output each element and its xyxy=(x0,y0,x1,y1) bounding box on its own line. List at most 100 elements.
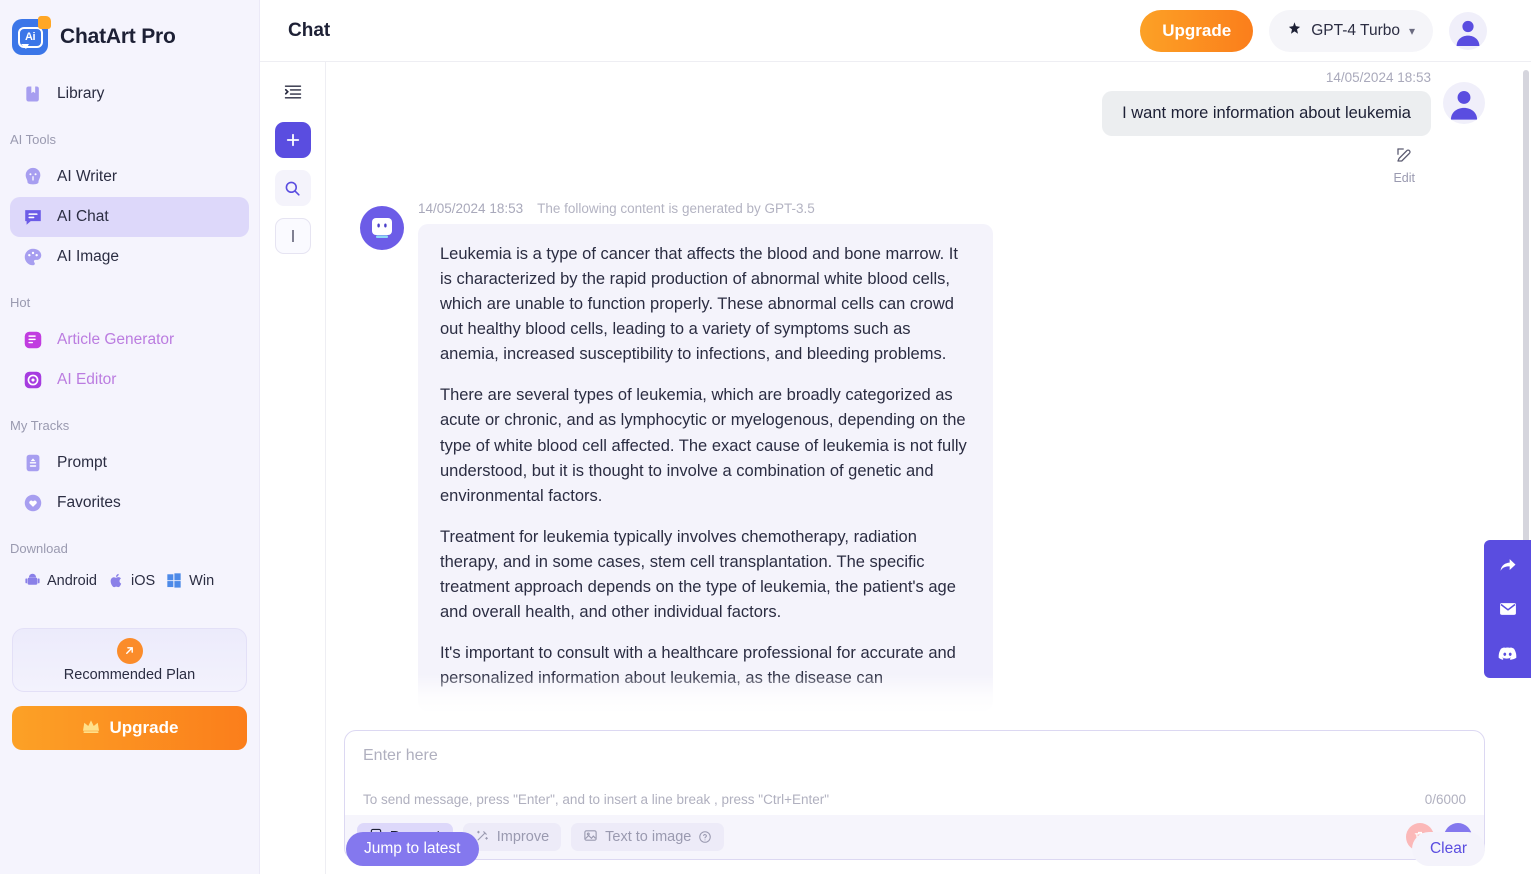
user-message: 14/05/2024 18:53 I want more information… xyxy=(326,62,1485,185)
editor-icon xyxy=(22,369,44,391)
social-dock xyxy=(1484,540,1531,678)
book-icon xyxy=(22,83,44,105)
sidebar-upgrade-button[interactable]: Upgrade xyxy=(12,706,247,750)
collapse-panel-icon[interactable] xyxy=(275,74,311,110)
main-area: Chat Upgrade GPT-4 Turbo ▾ 14/05/2024 18… xyxy=(260,0,1531,874)
bot-message-meta: 14/05/2024 18:53 The following content i… xyxy=(418,201,993,216)
crown-icon xyxy=(81,718,101,739)
arrow-up-right-icon xyxy=(116,637,143,664)
download-ios[interactable]: iOS xyxy=(108,572,155,590)
sidebar-item-ai-editor[interactable]: AI Editor xyxy=(10,360,249,400)
sidebar-upgrade-label: Upgrade xyxy=(109,718,179,737)
sidebar-item-label: Library xyxy=(57,85,105,102)
bot-message-generator-note: The following content is generated by GP… xyxy=(537,201,815,216)
download-row: Android iOS Win xyxy=(0,572,259,590)
sidebar-section-my-tracks: My Tracks xyxy=(10,418,70,433)
article-icon xyxy=(22,329,44,351)
bot-avatar xyxy=(360,206,404,250)
writer-icon xyxy=(22,166,44,188)
upgrade-button[interactable]: Upgrade xyxy=(1140,9,1254,52)
download-label: iOS xyxy=(130,573,156,589)
sidebar-item-library[interactable]: Library xyxy=(10,74,249,114)
prompt-icon xyxy=(22,452,44,474)
edit-icon xyxy=(1395,146,1413,169)
sidebar-section-hot: Hot xyxy=(10,295,31,310)
user-message-bubble: I want more information about leukemia xyxy=(1102,91,1431,136)
clear-button[interactable]: Clear xyxy=(1411,832,1485,866)
discord-icon[interactable] xyxy=(1493,638,1523,668)
sidebar-item-favorites[interactable]: Favorites xyxy=(10,483,249,523)
recommended-plan-card[interactable]: Recommended Plan xyxy=(12,628,247,692)
image-icon xyxy=(583,828,598,847)
android-icon xyxy=(24,572,42,590)
mail-icon[interactable] xyxy=(1493,594,1523,624)
body-row: 14/05/2024 18:53 I want more information… xyxy=(260,62,1531,874)
download-win[interactable]: Win xyxy=(166,572,214,590)
bot-paragraph: It's important to consult with a healthc… xyxy=(440,644,956,688)
jump-to-latest-button[interactable]: Jump to latest xyxy=(346,832,479,866)
model-name: GPT-4 Turbo xyxy=(1311,21,1400,39)
apple-icon xyxy=(108,572,126,590)
message-input[interactable] xyxy=(345,731,1484,792)
composer-hint-text: To send message, press "Enter", and to i… xyxy=(363,792,830,807)
bot-paragraph: Leukemia is a type of cancer that affect… xyxy=(440,245,958,364)
palette-icon xyxy=(22,246,44,268)
help-icon[interactable] xyxy=(698,830,712,844)
windows-icon xyxy=(166,572,184,590)
spark-icon xyxy=(1287,21,1302,41)
model-selector[interactable]: GPT-4 Turbo ▾ xyxy=(1269,9,1433,52)
composer-wrapper: To send message, press "Enter", and to i… xyxy=(326,730,1531,874)
sidebar-section-ai-tools: AI Tools xyxy=(10,132,57,147)
bot-paragraph: There are several types of leukemia, whi… xyxy=(440,386,967,505)
character-counter: 0/6000 xyxy=(1424,792,1466,807)
text-to-image-chip-label: Text to image xyxy=(605,829,692,845)
user-avatar xyxy=(1443,82,1485,124)
avatar[interactable] xyxy=(1449,11,1487,50)
composer-toolbar: Prompt Improve xyxy=(345,815,1484,859)
sidebar-item-label: AI Image xyxy=(57,248,120,265)
share-icon[interactable] xyxy=(1493,550,1523,580)
chat-icon xyxy=(22,206,44,228)
sidebar-item-label: AI Editor xyxy=(57,371,117,388)
app-logo-icon: Ai xyxy=(12,16,51,55)
search-icon[interactable] xyxy=(274,170,311,206)
brand-name: ChatArt Pro xyxy=(60,25,176,48)
sidebar-item-ai-writer[interactable]: AI Writer xyxy=(10,157,249,197)
sidebar-item-prompt[interactable]: Prompt xyxy=(10,443,249,483)
topbar: Chat Upgrade GPT-4 Turbo ▾ xyxy=(260,0,1531,62)
heart-icon xyxy=(22,492,44,514)
chat-scroll-area[interactable]: 14/05/2024 18:53 I want more information… xyxy=(326,62,1531,730)
sidebar-item-label: Article Generator xyxy=(57,331,175,348)
logo-tail xyxy=(21,44,29,49)
sidebar-item-ai-image[interactable]: AI Image xyxy=(10,237,249,277)
bot-message-bubble: Leukemia is a type of cancer that affect… xyxy=(418,224,993,712)
sidebar-section-download: Download xyxy=(10,541,68,556)
edit-message-button[interactable]: Edit xyxy=(1393,146,1415,185)
sidebar-item-label: AI Chat xyxy=(57,208,109,225)
sidebar-item-ai-chat[interactable]: AI Chat xyxy=(10,197,249,237)
bot-message: 14/05/2024 18:53 The following content i… xyxy=(326,185,1485,712)
user-message-col: 14/05/2024 18:53 I want more information… xyxy=(1102,70,1431,185)
new-chat-button[interactable] xyxy=(274,122,311,158)
logo-badge xyxy=(38,16,51,29)
chat-column: 14/05/2024 18:53 I want more information… xyxy=(326,62,1531,874)
text-to-image-chip[interactable]: Text to image xyxy=(571,823,725,851)
bot-message-col: 14/05/2024 18:53 The following content i… xyxy=(418,201,993,712)
sidebar-item-article-generator[interactable]: Article Generator xyxy=(10,320,249,360)
brand[interactable]: Ai ChatArt Pro xyxy=(0,0,259,62)
chevron-down-icon: ▾ xyxy=(1408,23,1415,38)
composer-hint-row: To send message, press "Enter", and to i… xyxy=(345,792,1484,815)
page-title: Chat xyxy=(288,19,331,41)
text-cursor-icon[interactable] xyxy=(274,218,311,254)
improve-chip-label: Improve xyxy=(496,829,550,845)
recommended-plan-label: Recommended Plan xyxy=(63,666,196,683)
app-root: Ai ChatArt Pro Library AI Tools AI Write… xyxy=(0,0,1531,874)
download-label: Win xyxy=(189,573,215,589)
bot-paragraph: Treatment for leukemia typically involve… xyxy=(440,527,956,622)
download-android[interactable]: Android xyxy=(24,572,97,590)
download-label: Android xyxy=(47,573,97,589)
sidebar: Ai ChatArt Pro Library AI Tools AI Write… xyxy=(0,0,260,874)
sidebar-item-label: Favorites xyxy=(57,494,121,511)
sidebar-item-label: Prompt xyxy=(57,454,107,471)
sidebar-item-label: AI Writer xyxy=(57,168,117,185)
